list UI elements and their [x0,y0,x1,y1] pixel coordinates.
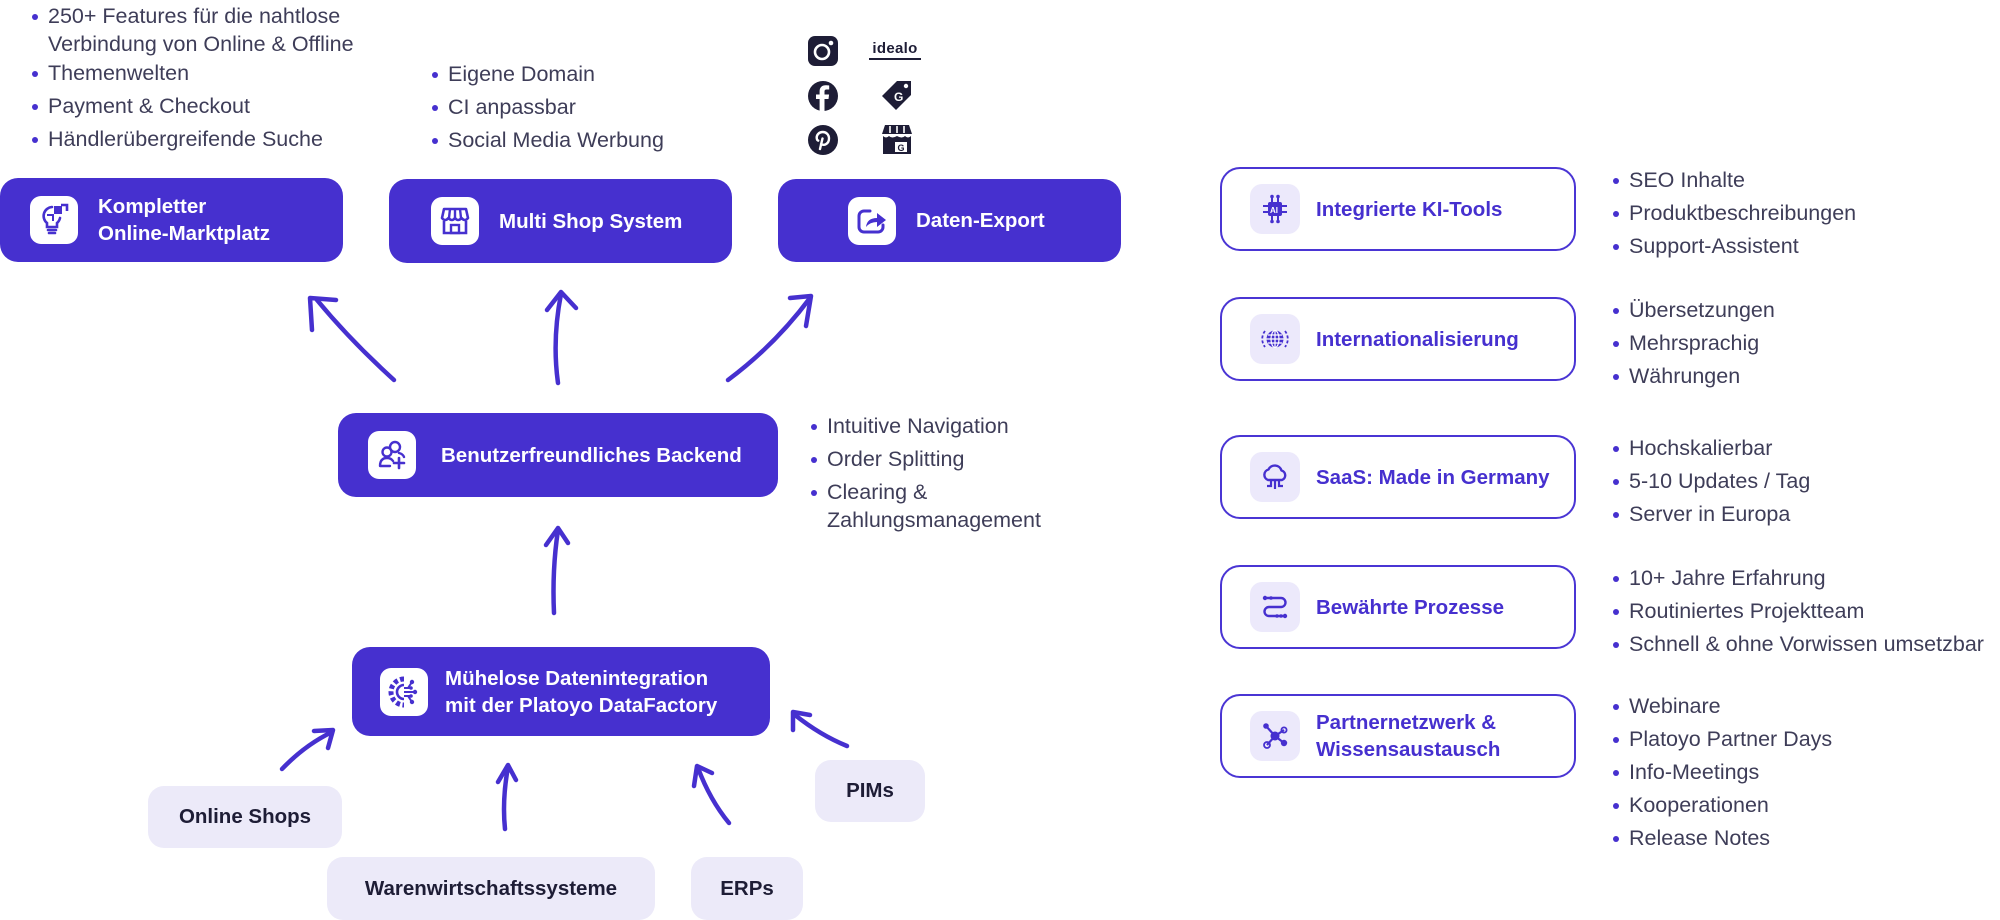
card-title: Partnernetzwerk & [1316,711,1497,734]
idealo-logo: idealo [866,36,924,64]
multishop-features-list: Eigene Domain CI anpassbar Social Media … [432,58,664,157]
list-item: Mehrsprachig [1613,327,1775,360]
marketplace-features-list: 250+ Features für die nahtlose Verbindung… [32,0,354,156]
list-item: Hochskalierbar [1613,432,1810,465]
list-item: Eigene Domain [432,58,664,91]
feature-card-ki-tools[interactable]: AI Integrierte KI-Tools [1220,167,1576,251]
cloud-icon [1250,452,1300,502]
marketplace-box[interactable]: Kompletter Online-Marktplatz [0,178,343,262]
source-pims[interactable]: PIMs [815,760,925,822]
google-business-icon: G [880,122,914,156]
svg-text:AI: AI [1270,206,1278,215]
arrow-to-multishop [544,289,579,386]
list-item: 5-10 Updates / Tag [1613,465,1810,498]
internationalisierung-list: Übersetzungen Mehrsprachig Währungen [1613,294,1775,393]
arrow-to-backend [543,525,571,616]
multishop-box[interactable]: Multi Shop System [389,179,732,263]
svg-text:G: G [898,143,905,153]
list-item: Intuitive Navigation [811,410,1041,443]
ai-chip-icon: AI [1250,184,1300,234]
list-item: Produktbeschreibungen [1613,197,1856,230]
list-item: SEO Inhalte [1613,164,1856,197]
globe-icon [1250,314,1300,364]
list-item: Webinare [1613,690,1832,723]
arrow-online-shops [279,727,336,772]
ki-tools-list: SEO Inhalte Produktbeschreibungen Suppor… [1613,164,1856,263]
partnernetzwerk-list: Webinare Platoyo Partner Days Info-Meeti… [1613,690,1832,855]
backend-features-list: Intuitive Navigation Order Splitting Cle… [811,410,1041,533]
list-item: CI anpassbar [432,91,664,124]
card-title: Bewährte Prozesse [1316,595,1505,619]
svg-text:G: G [894,90,903,104]
saas-list: Hochskalierbar 5-10 Updates / Tag Server… [1613,432,1810,531]
list-item: 10+ Jahre Erfahrung [1613,562,1984,595]
box-title: Mühelose Datenintegration [445,666,709,690]
share-export-icon [848,196,896,245]
list-item: Social Media Werbung [432,124,664,157]
google-shopping-icon: G [880,78,914,112]
lightbulb-puzzle-icon [30,196,78,244]
list-item: Payment & Checkout [32,90,354,123]
feature-card-prozesse[interactable]: Bewährte Prozesse [1220,565,1576,649]
arrow-erps [691,763,732,826]
network-icon [1250,711,1300,761]
arrow-to-marketplace [307,295,397,383]
list-item: Server in Europa [1613,498,1810,531]
pinterest-icon [807,124,839,156]
arrow-warenwirtschaft [495,762,519,832]
list-item: Schnell & ohne Vorwissen umsetzbar [1613,628,1984,661]
list-item: 250+ Features für die nahtlose Verbindung… [32,0,354,57]
source-warenwirtschaftssysteme[interactable]: Warenwirtschaftssysteme [327,857,655,920]
list-item: Info-Meetings [1613,756,1832,789]
source-erps[interactable]: ERPs [691,857,803,920]
storefront-icon [431,197,479,245]
list-item: Themenwelten [32,57,354,90]
card-title: Internationalisierung [1316,327,1519,351]
box-title: Kompletter [98,195,207,218]
instagram-icon [807,35,839,67]
list-item: Release Notes [1613,822,1832,855]
datafactory-box[interactable]: Mühelose Datenintegration mit der Platoyo… [352,647,770,736]
process-flow-icon [1250,582,1300,632]
box-title-line2: Online-Marktplatz [98,222,270,245]
gear-network-icon [380,667,428,716]
prozesse-list: 10+ Jahre Erfahrung Routiniertes Projekt… [1613,562,1984,661]
arrow-to-export [725,293,814,383]
list-item: Routiniertes Projektteam [1613,595,1984,628]
box-title: Daten-Export [916,209,1045,232]
feature-card-saas[interactable]: SaaS: Made in Germany [1220,435,1576,519]
list-item: Währungen [1613,360,1775,393]
facebook-icon [807,80,839,112]
feature-card-partnernetzwerk[interactable]: Partnernetzwerk & Wissensaustausch [1220,694,1576,778]
box-title-line2: mit der Platoyo DataFactory [445,693,718,717]
users-add-icon [368,431,416,479]
card-title-line2: Wissensaustausch [1316,738,1501,761]
list-item: Support-Assistent [1613,230,1856,263]
list-item: Übersetzungen [1613,294,1775,327]
card-title: Integrierte KI-Tools [1316,197,1503,221]
card-title: SaaS: Made in Germany [1316,465,1550,489]
list-item: Händlerübergreifende Suche [32,123,354,156]
box-title: Multi Shop System [499,209,683,233]
source-online-shops[interactable]: Online Shops [148,786,342,848]
arrow-pims [790,709,850,749]
box-title: Benutzerfreundliches Backend [441,443,742,467]
list-item: Kooperationen [1613,789,1832,822]
list-item: Order Splitting [811,443,1041,476]
list-item: Clearing & Zahlungsmanagement [811,476,1041,533]
feature-card-internationalisierung[interactable]: Internationalisierung [1220,297,1576,381]
data-export-box[interactable]: Daten-Export [778,179,1121,262]
backend-box[interactable]: Benutzerfreundliches Backend [338,413,778,497]
list-item: Platoyo Partner Days [1613,723,1832,756]
